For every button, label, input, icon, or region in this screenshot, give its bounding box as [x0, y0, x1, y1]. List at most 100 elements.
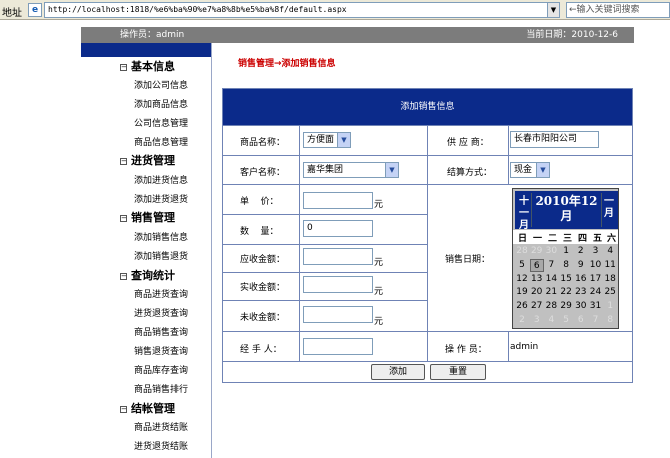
calendar-day[interactable]: 20: [530, 286, 544, 299]
calendar-day[interactable]: 5: [515, 259, 529, 272]
product-select[interactable]: 方便面 ▼: [303, 132, 351, 148]
weekday-label: 三: [562, 234, 572, 244]
weekday-label: 日: [517, 234, 527, 244]
form-header: 添加销售信息: [223, 89, 632, 125]
sidebar-item-add-company[interactable]: 添加公司信息: [134, 80, 188, 92]
product-select-value: 方便面: [307, 135, 335, 145]
collapse-icon: −: [120, 272, 127, 280]
grid-line: [223, 244, 427, 245]
reset-button[interactable]: 重置: [430, 364, 486, 380]
calendar-day[interactable]: 4: [603, 245, 617, 258]
top-status-bar: 操作员：admin 当前日期：2010-12-6: [81, 27, 634, 43]
current-date-text: 当前日期：2010-12-6: [526, 30, 618, 40]
sidebar-item-product-manage[interactable]: 商品信息管理: [134, 137, 188, 149]
sidebar-item-add-product[interactable]: 添加商品信息: [134, 99, 188, 111]
calendar-day[interactable]: 19: [515, 286, 529, 299]
calendar-day[interactable]: 18: [603, 273, 617, 286]
calendar-day[interactable]: 24: [589, 286, 603, 299]
calendar-day[interactable]: 29: [530, 245, 544, 258]
calendar-day[interactable]: 15: [559, 273, 573, 286]
sidebar-item-add-purchase-return[interactable]: 添加进货退货: [134, 194, 188, 206]
calendar-day[interactable]: 16: [574, 273, 588, 286]
sidebar-item-sale-return-query[interactable]: 销售退货查询: [134, 346, 188, 358]
calendar-day[interactable]: 10: [589, 259, 603, 272]
sidebar-item-add-sale-return[interactable]: 添加销售退货: [134, 251, 188, 263]
calendar-day[interactable]: 7: [589, 314, 603, 327]
calendar-day[interactable]: 2: [574, 245, 588, 258]
calendar-day[interactable]: 8: [559, 259, 573, 272]
sidebar-group-basic[interactable]: − 基本信息: [120, 59, 175, 75]
sidebar-item-purchase-return-query[interactable]: 进货退货查询: [134, 308, 188, 320]
calendar-day[interactable]: 30: [574, 300, 588, 313]
unpaid-input[interactable]: [303, 306, 373, 323]
price-input[interactable]: [303, 192, 373, 209]
calendar-day[interactable]: 17: [589, 273, 603, 286]
sidebar-group-query[interactable]: − 查询统计: [120, 268, 175, 284]
calendar-day[interactable]: 22: [559, 286, 573, 299]
calendar-prev-month-button[interactable]: 十一月: [517, 193, 532, 231]
calendar-day[interactable]: 7: [544, 259, 558, 272]
grid-line: [427, 125, 428, 361]
sidebar-item-company-manage[interactable]: 公司信息管理: [134, 118, 188, 130]
weekday-label: 五: [592, 234, 602, 244]
sidebar-group-purchase[interactable]: − 进货管理: [120, 153, 175, 169]
sidebar-group-settlement[interactable]: − 结帐管理: [120, 401, 175, 417]
keyword-search-input[interactable]: ←输入关键词搜索: [566, 2, 670, 18]
sidebar-group-sales[interactable]: − 销售管理: [120, 210, 175, 226]
qty-input[interactable]: 0: [303, 220, 373, 237]
add-button[interactable]: 添加: [371, 364, 425, 380]
calendar-day[interactable]: 2: [515, 314, 529, 327]
chevron-down-icon: ▼: [337, 133, 350, 147]
weekday-label: 四: [577, 234, 587, 244]
calendar-day[interactable]: 6: [529, 258, 544, 272]
calendar-day[interactable]: 28: [515, 245, 529, 258]
calendar-day[interactable]: 6: [574, 314, 588, 327]
sidebar-item-purchase-query[interactable]: 商品进货查询: [134, 289, 188, 301]
receivable-label: 应收金额：: [240, 255, 286, 265]
calendar-day[interactable]: 14: [544, 273, 558, 286]
grid-line: [299, 125, 300, 361]
grid-line: [508, 331, 509, 361]
calendar-day[interactable]: 29: [559, 300, 573, 313]
sidebar-item-stock-query[interactable]: 商品库存查询: [134, 365, 188, 377]
calendar-header: 十一月 2010年12月 一月: [515, 191, 618, 231]
customer-select[interactable]: 嘉华集团 ▼: [303, 162, 399, 178]
calendar-next-month-button[interactable]: 一月: [601, 193, 616, 227]
calendar-day[interactable]: 23: [574, 286, 588, 299]
chevron-down-icon[interactable]: ▼: [548, 2, 560, 18]
sidebar-item-purchase-settle[interactable]: 商品进货结账: [134, 422, 188, 434]
calendar-day[interactable]: 3: [530, 314, 544, 327]
calendar-day[interactable]: 5: [559, 314, 573, 327]
calendar-day[interactable]: 1: [603, 300, 617, 313]
calendar-day[interactable]: 9: [574, 259, 588, 272]
sidebar-item-purchase-return-settle[interactable]: 进货退货结账: [134, 441, 188, 453]
weekday-label: 二: [547, 234, 557, 244]
calendar-day[interactable]: 1: [559, 245, 573, 258]
calendar-day[interactable]: 12: [515, 273, 529, 286]
sidebar-item-sale-query[interactable]: 商品销售查询: [134, 327, 188, 339]
calendar-day[interactable]: 28: [544, 300, 558, 313]
sidebar-item-add-purchase[interactable]: 添加进货信息: [134, 175, 188, 187]
calendar-day[interactable]: 3: [589, 245, 603, 258]
customer-label: 客户名称：: [240, 168, 286, 178]
settle-select[interactable]: 现金 ▼: [510, 162, 550, 178]
received-input[interactable]: [303, 276, 373, 293]
sidebar: − 基本信息 添加公司信息 添加商品信息 公司信息管理 商品信息管理 − 进货管理 …: [81, 57, 211, 458]
calendar-day[interactable]: 31: [589, 300, 603, 313]
calendar-day[interactable]: 8: [603, 314, 617, 327]
calendar-day[interactable]: 26: [515, 300, 529, 313]
sidebar-item-sale-ranking[interactable]: 商品销售排行: [134, 384, 188, 396]
sidebar-item-add-sale[interactable]: 添加销售信息: [134, 232, 188, 244]
grid-line: [223, 214, 427, 215]
calendar-day[interactable]: 21: [544, 286, 558, 299]
calendar-day[interactable]: 30: [544, 245, 558, 258]
handler-input[interactable]: [303, 338, 373, 355]
url-input[interactable]: http://localhost:1818/%e6%ba%90%e7%a8%8b…: [44, 2, 548, 18]
calendar-day[interactable]: 4: [544, 314, 558, 327]
calendar-day[interactable]: 13: [530, 273, 544, 286]
supplier-input[interactable]: 长春市阳阳公司: [510, 131, 599, 148]
calendar-day[interactable]: 11: [603, 259, 617, 272]
calendar-day[interactable]: 25: [603, 286, 617, 299]
receivable-input[interactable]: [303, 248, 373, 265]
calendar-day[interactable]: 27: [530, 300, 544, 313]
